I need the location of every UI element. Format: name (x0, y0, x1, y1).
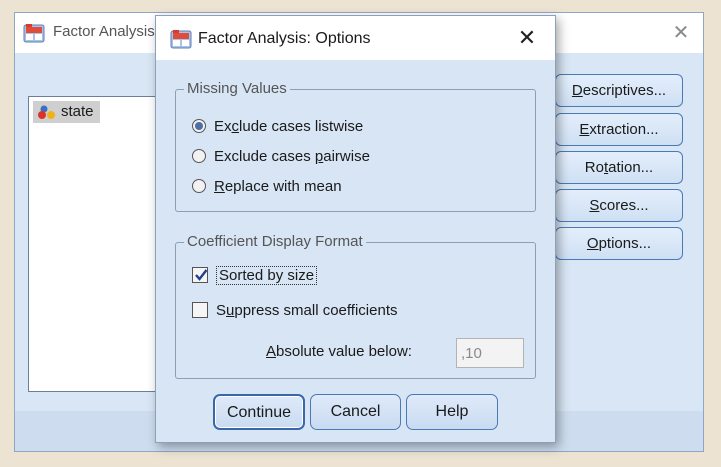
options-button[interactable]: Options... (555, 227, 683, 260)
absolute-value-input[interactable] (456, 338, 524, 368)
variable-label: state (61, 103, 94, 120)
continue-button[interactable]: Continue (213, 394, 305, 430)
close-icon[interactable]: ✕ (667, 19, 695, 47)
spss-app-icon (23, 23, 45, 47)
suppress-small-coefficients-checkbox[interactable]: Suppress small coefficients (192, 300, 397, 322)
dialog-title: Factor Analysis: Options (198, 30, 371, 47)
checkbox-label: Sorted by size (216, 266, 318, 285)
options-dialog: Factor Analysis: Options ✕ Missing Value… (155, 15, 556, 443)
rotation-button[interactable]: Rotation... (555, 151, 683, 184)
extraction-button[interactable]: Extraction... (555, 113, 683, 146)
options-dialog-titlebar: Factor Analysis: Options ✕ (156, 16, 555, 60)
coefficient-format-group: Coefficient Display Format Sorted by siz… (175, 233, 536, 379)
spss-app-icon (170, 29, 192, 53)
list-item[interactable]: state (33, 101, 100, 123)
checkbox-checked-icon (192, 267, 208, 283)
radio-selected-icon (192, 119, 206, 133)
exclude-pairwise-radio[interactable]: Exclude cases pairwise (192, 146, 370, 168)
nominal-variable-icon (37, 104, 57, 127)
radio-icon (192, 179, 206, 193)
missing-values-group: Missing Values Exclude cases listwise Ex… (175, 80, 536, 212)
factor-analysis-title: Factor Analysis (53, 23, 155, 40)
exclude-listwise-radio[interactable]: Exclude cases listwise (192, 116, 363, 138)
cancel-button[interactable]: Cancel (310, 394, 401, 430)
descriptives-button[interactable]: Descriptives... (555, 74, 683, 107)
radio-icon (192, 149, 206, 163)
sorted-by-size-checkbox[interactable]: Sorted by size (192, 265, 318, 287)
group-title: Missing Values (184, 80, 290, 98)
help-button[interactable]: Help (406, 394, 498, 430)
replace-with-mean-radio[interactable]: Replace with mean (192, 176, 342, 198)
checkbox-icon (192, 302, 208, 318)
group-title: Coefficient Display Format (184, 233, 366, 251)
scores-button[interactable]: Scores... (555, 189, 683, 222)
absolute-value-label: Absolute value below: (266, 343, 412, 360)
source-variable-list[interactable]: state (28, 96, 158, 392)
close-icon[interactable]: ✕ (513, 24, 541, 52)
